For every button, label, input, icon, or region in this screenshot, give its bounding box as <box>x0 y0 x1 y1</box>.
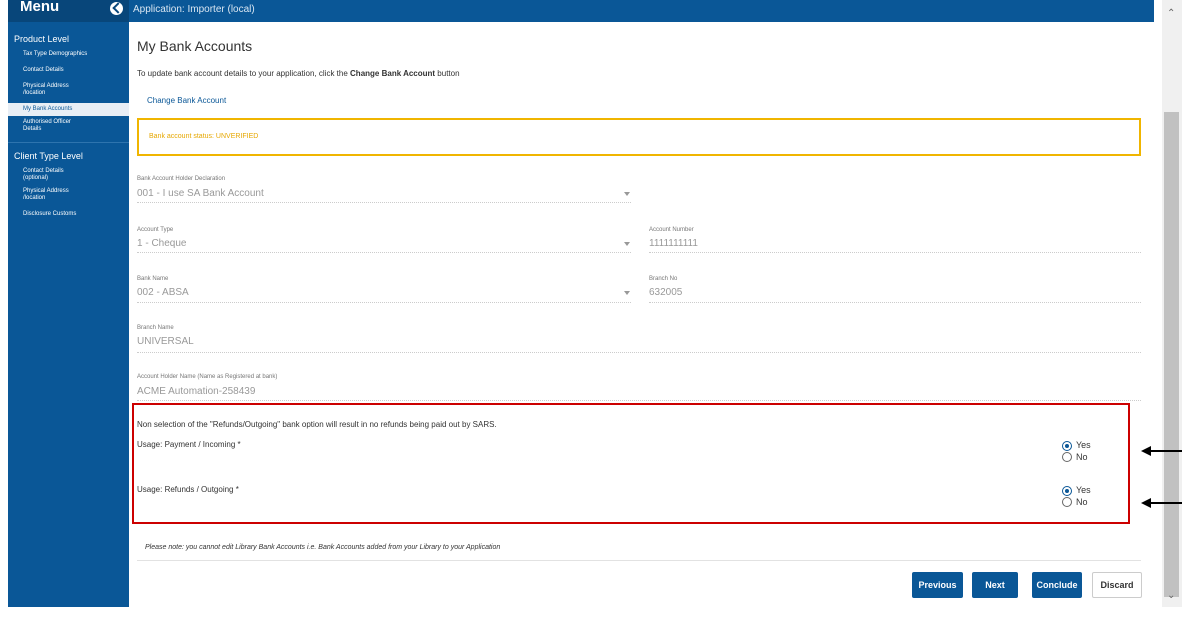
bottom-strip <box>0 607 1182 628</box>
change-bank-account-link[interactable]: Change Bank Account <box>147 96 226 105</box>
declaration-select[interactable]: 001 - I use SA Bank Account <box>137 188 264 199</box>
account-number-label: Account Number <box>649 227 694 233</box>
annotation-arrow-icon <box>1141 446 1151 456</box>
holder-name-label: Account Holder Name (Name as Registered … <box>137 374 278 380</box>
sidebar-item-tax-type-demographics[interactable]: Tax Type Demographics <box>8 48 129 61</box>
payment-yes-label: Yes <box>1076 440 1091 450</box>
account-number-underline <box>649 252 1141 253</box>
chevron-down-icon[interactable] <box>624 291 630 295</box>
account-type-underline <box>137 252 631 253</box>
payment-usage-label: Usage: Payment / Incoming * <box>137 440 241 449</box>
sidebar-item-physical-address[interactable]: Physical Address /location <box>8 80 129 100</box>
menu-title: Menu <box>20 0 60 15</box>
next-button[interactable]: Next <box>972 572 1018 598</box>
branch-name-field[interactable]: UNIVERSAL <box>137 336 194 347</box>
application-bar: Application: Importer (local) <box>129 0 1154 22</box>
chevron-down-icon[interactable] <box>624 242 630 246</box>
intro-text: To update bank account details to your a… <box>137 69 460 78</box>
refunds-usage-label: Usage: Refunds / Outgoing * <box>137 485 239 494</box>
annotation-arrow-line-1 <box>1150 450 1182 452</box>
bank-name-underline <box>137 302 631 303</box>
sidebar-item-physical-address-client[interactable]: Physical Address /location <box>8 185 129 205</box>
sidebar: Menu Product Level Tax Type Demographics… <box>8 0 129 607</box>
scroll-thumb[interactable] <box>1164 112 1179 597</box>
account-number-field[interactable]: 1111111111 <box>649 238 698 249</box>
page-title: My Bank Accounts <box>137 38 253 54</box>
sidebar-item-disclosure-customs[interactable]: Disclosure Customs <box>8 208 129 221</box>
sidebar-item-contact-details-optional[interactable]: Contact Details (optional) <box>8 165 129 185</box>
menu-header: Menu <box>8 0 129 22</box>
annotation-arrow-line-2 <box>1150 502 1182 504</box>
intro-bold: Change Bank Account <box>350 69 436 78</box>
sidebar-section-product-level: Product Level <box>14 34 70 44</box>
payment-yes-radio[interactable] <box>1062 441 1072 451</box>
branch-name-label: Branch Name <box>137 325 174 331</box>
branch-no-field[interactable]: 632005 <box>649 287 682 298</box>
status-text: Bank account status: UNVERIFIED <box>149 133 259 140</box>
bank-name-select[interactable]: 002 - ABSA <box>137 287 189 298</box>
holder-name-field[interactable]: ACME Automation-258439 <box>137 386 255 397</box>
refunds-notice: Non selection of the "Refunds/Outgoing" … <box>137 420 497 429</box>
scroll-down-icon[interactable]: ⌄ <box>1167 590 1175 601</box>
menu-collapse-icon[interactable] <box>110 1 124 15</box>
discard-button[interactable]: Discard <box>1092 572 1142 598</box>
declaration-underline <box>137 202 631 203</box>
application-title: Application: Importer (local) <box>133 4 255 15</box>
previous-button[interactable]: Previous <box>912 572 963 598</box>
refunds-no-radio[interactable] <box>1062 497 1072 507</box>
scrollbar[interactable]: ⌃ ⌄ <box>1162 0 1182 607</box>
bank-name-label: Bank Name <box>137 276 169 282</box>
refunds-no-label: No <box>1076 497 1088 507</box>
sidebar-item-authorised-officer-details[interactable]: Authorised Officer Details <box>8 116 129 136</box>
sidebar-item-contact-details[interactable]: Contact Details <box>8 64 129 77</box>
branch-no-underline <box>649 302 1141 303</box>
account-type-select[interactable]: 1 - Cheque <box>137 238 186 249</box>
declaration-label: Bank Account Holder Declaration <box>137 176 226 182</box>
intro-suffix: button <box>435 69 460 78</box>
branch-no-label: Branch No <box>649 276 678 282</box>
library-note: Please note: you cannot edit Library Ban… <box>145 544 501 551</box>
scroll-up-icon[interactable]: ⌃ <box>1167 8 1175 19</box>
sidebar-section-client-type-level: Client Type Level <box>8 142 129 165</box>
payment-no-radio[interactable] <box>1062 452 1072 462</box>
annotation-arrow-icon <box>1141 498 1151 508</box>
intro-prefix: To update bank account details to your a… <box>137 69 351 78</box>
holder-name-underline <box>137 400 1141 401</box>
refunds-yes-radio[interactable] <box>1062 486 1072 496</box>
footer-divider <box>137 560 1141 561</box>
account-type-label: Account Type <box>137 227 174 233</box>
chevron-down-icon[interactable] <box>624 192 630 196</box>
payment-no-label: No <box>1076 452 1088 462</box>
refunds-yes-label: Yes <box>1076 485 1091 495</box>
conclude-button[interactable]: Conclude <box>1032 572 1082 598</box>
sidebar-item-my-bank-accounts[interactable]: My Bank Accounts <box>8 103 129 116</box>
status-alert: Bank account status: UNVERIFIED <box>137 118 1141 156</box>
branch-name-underline <box>137 352 1141 353</box>
